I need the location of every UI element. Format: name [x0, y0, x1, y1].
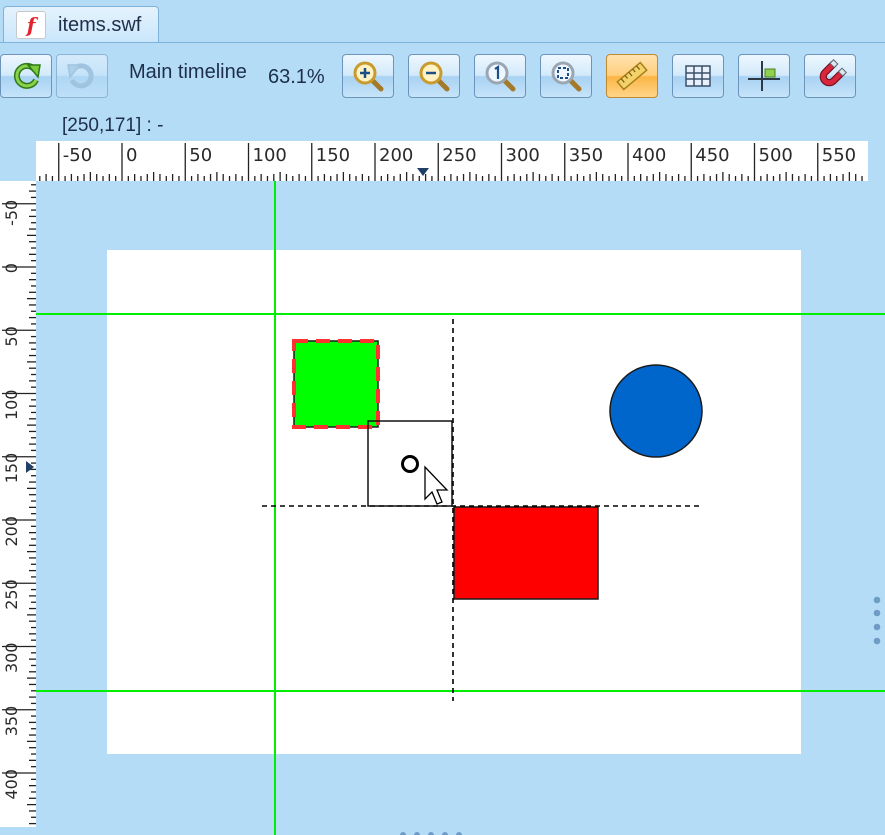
- refresh-button[interactable]: [0, 54, 52, 98]
- ruler-label: 250: [2, 579, 21, 610]
- ruler-label: 0: [2, 263, 21, 273]
- zoom-fit-icon: [551, 61, 582, 92]
- zoom-out-button[interactable]: [408, 54, 460, 98]
- ruler-label: 200: [379, 145, 413, 166]
- document-tab-bar: f items.swf: [0, 0, 885, 44]
- ruler-label: 150: [316, 145, 350, 166]
- refresh-icon: [13, 62, 41, 89]
- ruler-label: 250: [442, 145, 476, 166]
- bottom-panel-splitter-grip[interactable]: [398, 829, 464, 835]
- zoom-in-button[interactable]: [342, 54, 394, 98]
- zoom-level: 63.1%: [268, 66, 325, 88]
- ruler-label: 300: [506, 145, 540, 166]
- redo-icon: [67, 63, 94, 89]
- ruler-label: -50: [63, 145, 92, 166]
- ruler-label: 500: [759, 145, 793, 166]
- ruler-label: 200: [2, 516, 21, 547]
- ruler-label: 400: [2, 769, 21, 800]
- grid-toggle-button[interactable]: [672, 54, 724, 98]
- vertical-ruler[interactable]: -50 0 50 100 150 200 250 300 350 400: [0, 181, 36, 827]
- blue-circle[interactable]: [609, 364, 703, 458]
- snap-toggle-button[interactable]: [804, 54, 856, 98]
- ruler-label: 450: [695, 145, 729, 166]
- ruler-label: 50: [2, 326, 21, 346]
- zoom-fit-button[interactable]: [540, 54, 592, 98]
- green-square[interactable]: [293, 340, 379, 428]
- zoom-out-icon: [419, 61, 450, 92]
- guides-toggle-button[interactable]: [738, 54, 790, 98]
- redo-button[interactable]: [56, 54, 108, 98]
- tab-bar-divider: [0, 42, 885, 43]
- red-rectangle[interactable]: [453, 506, 599, 600]
- cursor-position-marker: [417, 168, 429, 176]
- ruler-label: 550: [822, 145, 856, 166]
- cursor-coordinates: [250,171] : -: [62, 115, 164, 136]
- right-panel-splitter-grip[interactable]: [873, 596, 881, 646]
- horizontal-ruler[interactable]: -50 0 50 100 150 200 250 300 350 400 450 500 550: [36, 141, 868, 181]
- ruler-label: 100: [253, 145, 287, 166]
- mouse-pointer-icon: [424, 465, 449, 505]
- grid-icon: [685, 65, 711, 87]
- ruler-label: 300: [2, 643, 21, 674]
- vertical-ruler-scale: -50 0 50 100 150 200 250 300 350 400: [2, 184, 36, 825]
- zoom-actual-size-icon: [485, 61, 516, 92]
- ruler-icon: [616, 61, 648, 91]
- ruler-label: 400: [632, 145, 666, 166]
- ruler-label: 50: [189, 145, 212, 166]
- tab-title: items.swf: [58, 14, 142, 36]
- ruler-label: 0: [126, 145, 137, 166]
- registration-point: [401, 455, 419, 473]
- ruler-label: 350: [569, 145, 603, 166]
- stage-area[interactable]: [36, 181, 885, 835]
- timeline-label: Main timeline: [129, 61, 247, 83]
- magnet-icon: [819, 59, 847, 87]
- ruler-label: 100: [2, 390, 21, 421]
- guides-icon: [748, 61, 780, 91]
- horizontal-ruler-scale: -50 0 50 100 150 200 250 300 350 400 450 500 550: [39, 143, 863, 181]
- zoom-100-button[interactable]: [474, 54, 526, 98]
- zoom-in-icon: [353, 61, 384, 92]
- ruler-label: -50: [2, 200, 21, 226]
- flash-file-icon: f: [16, 11, 46, 39]
- ruler-label: 150: [2, 453, 21, 484]
- rulers-toggle-button[interactable]: [606, 54, 658, 98]
- document-tab[interactable]: f items.swf: [3, 6, 159, 43]
- ruler-label: 350: [2, 706, 21, 737]
- stage-overlay: [36, 181, 885, 835]
